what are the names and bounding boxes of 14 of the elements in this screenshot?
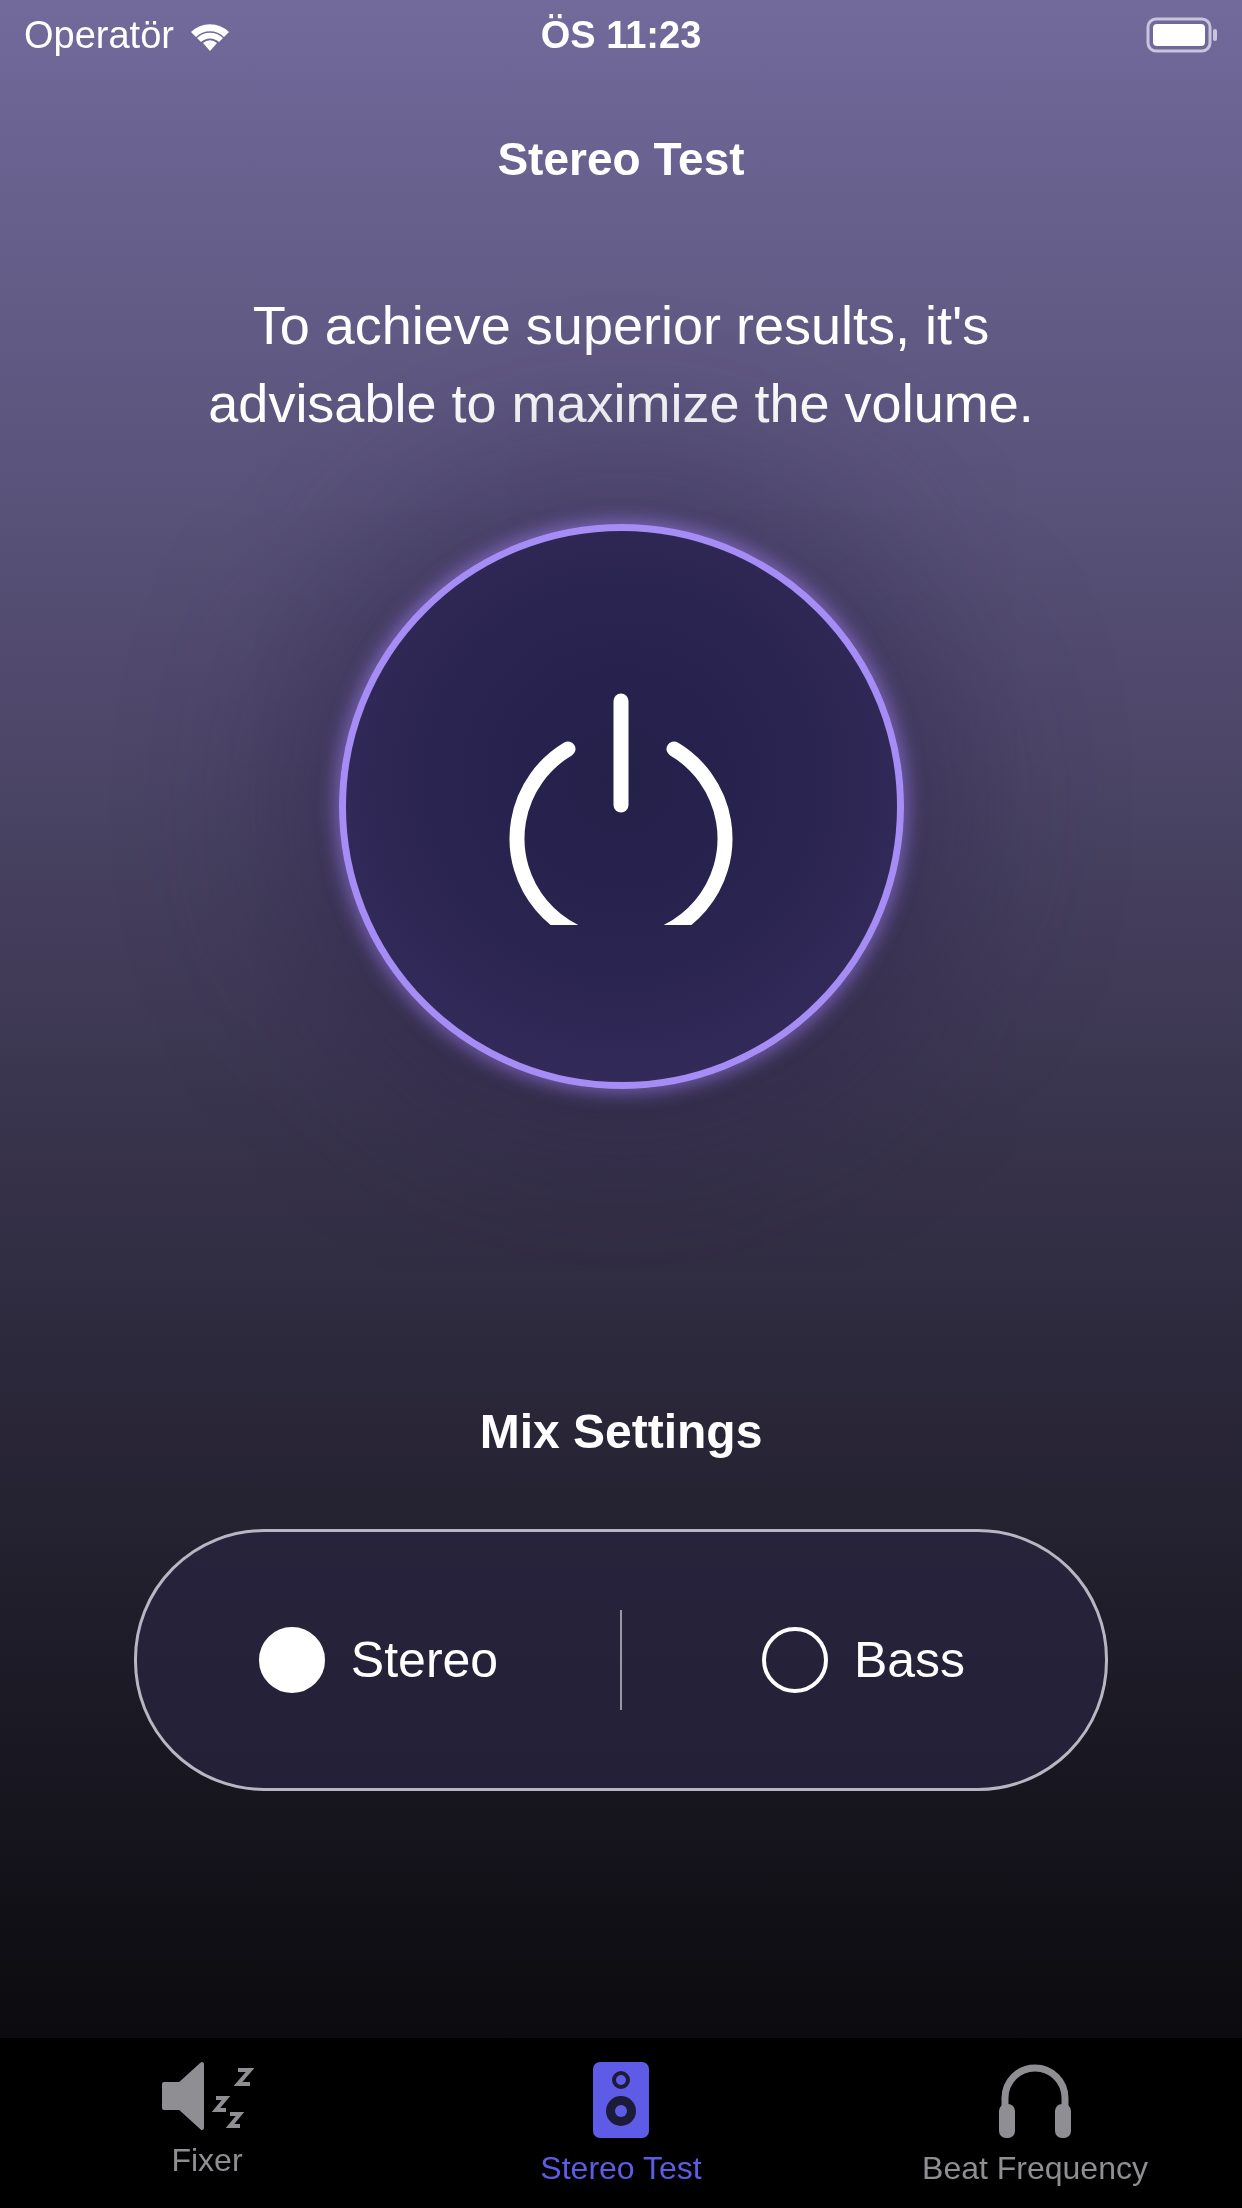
status-time: ÖS 11:23 <box>540 13 702 57</box>
mix-settings-heading: Mix Settings <box>479 1404 763 1459</box>
tab-item[interactable]: Stereo Test <box>414 2038 828 2208</box>
speaker-icon <box>591 2060 651 2140</box>
tab-item[interactable]: Fixer <box>0 2038 414 2208</box>
mix-option[interactable]: Stereo <box>137 1607 620 1713</box>
carrier-name: Operatör <box>24 13 174 57</box>
tab-item[interactable]: Beat Frequency <box>828 2038 1242 2208</box>
radio-button[interactable] <box>761 1627 828 1693</box>
mix-option[interactable]: Bass <box>622 1607 1105 1713</box>
speaker-sleep-icon <box>160 2060 254 2132</box>
screen-title: Stereo Test <box>497 132 745 186</box>
battery-icon <box>1146 17 1218 53</box>
volume-advice: To achieve superior results, it's advisable to maximize the volume. <box>207 294 1035 435</box>
